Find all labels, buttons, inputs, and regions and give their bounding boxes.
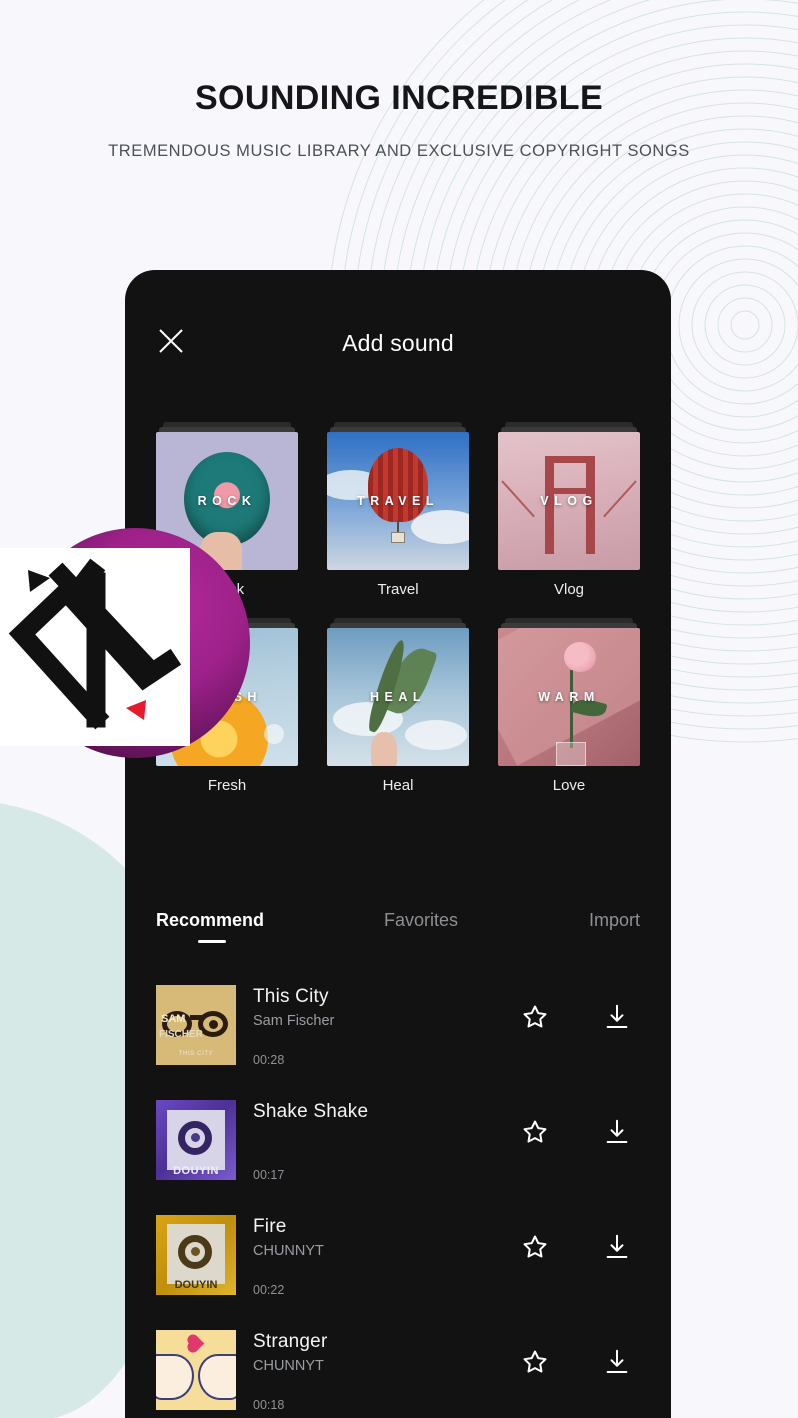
category-thumb: WARM — [498, 618, 640, 766]
category-thumb: TRAVEL — [327, 422, 469, 570]
album-art-this-city: SAM FISCHER THIS CITY — [156, 985, 236, 1065]
page-root: SOUNDING INCREDIBLE TREMENDOUS MUSIC LIB… — [0, 0, 798, 1418]
song-meta: Stranger CHUNNYT — [253, 1331, 503, 1374]
song-title: This City — [253, 986, 329, 1007]
tab-active-indicator — [198, 940, 226, 943]
download-icon[interactable] — [602, 1117, 632, 1147]
category-image: WARM — [498, 628, 640, 766]
page-title: SOUNDING INCREDIBLE — [194, 79, 604, 117]
category-image: VLOG — [498, 432, 640, 570]
song-artist: CHUNNYT — [253, 1243, 324, 1259]
category-image: HEAL — [327, 628, 469, 766]
category-label: Heal — [382, 777, 414, 794]
song-actions — [520, 1347, 632, 1377]
song-list: SAM FISCHER THIS CITY This City Sam Fisc… — [156, 976, 640, 1418]
star-outline-icon[interactable] — [520, 1232, 550, 1262]
album-art: DOUYIN — [156, 1215, 236, 1295]
song-meta: Shake Shake — [253, 1101, 503, 1128]
brand-logo-mark — [0, 548, 190, 746]
song-duration: 00:28 — [253, 1053, 285, 1067]
song-meta: This City Sam Fischer — [253, 986, 503, 1029]
category-card-love[interactable]: WARM Love — [498, 618, 640, 794]
song-meta: Fire CHUNNYT — [253, 1216, 503, 1259]
phone-header: Add sound — [125, 270, 671, 392]
star-outline-icon[interactable] — [520, 1002, 550, 1032]
song-duration: 00:17 — [253, 1168, 285, 1182]
song-title: Stranger — [253, 1331, 328, 1352]
song-actions — [520, 1002, 632, 1032]
song-row[interactable]: DOUYIN Fire CHUNNYT 00:22 — [156, 1206, 640, 1321]
category-label: Fresh — [207, 777, 247, 794]
song-actions — [520, 1117, 632, 1147]
album-art-caption: THIS CITY — [178, 1051, 214, 1057]
song-artist: Sam Fischer — [253, 1013, 335, 1029]
album-art-caption: DOUYIN — [174, 1279, 218, 1291]
category-card-travel[interactable]: TRAVEL Travel — [327, 422, 469, 598]
tab-label: Import — [588, 910, 640, 930]
category-image: TRAVEL — [327, 432, 469, 570]
album-art-text-line2: FISCHER — [159, 1029, 203, 1040]
category-overlay-text: WARM — [538, 690, 600, 704]
song-artist: CHUNNYT — [253, 1358, 324, 1374]
category-label: Vlog — [553, 581, 585, 598]
tab-import[interactable]: Import — [506, 910, 640, 943]
sound-tabs: Recommend Favorites Import — [156, 910, 640, 943]
album-art-stranger — [156, 1330, 236, 1410]
download-icon[interactable] — [602, 1002, 632, 1032]
category-thumb: VLOG — [498, 422, 640, 570]
phone-title: Add sound — [342, 330, 454, 356]
album-art: DOUYIN — [156, 1100, 236, 1180]
category-thumb: HEAL — [327, 618, 469, 766]
album-art-fire: DOUYIN — [156, 1215, 236, 1295]
song-row[interactable]: SAM FISCHER THIS CITY This City Sam Fisc… — [156, 976, 640, 1091]
tab-label: Recommend — [156, 910, 265, 930]
category-overlay-text: VLOG — [540, 494, 598, 508]
song-duration: 00:22 — [253, 1283, 285, 1297]
category-card-vlog[interactable]: VLOG Vlog — [498, 422, 640, 598]
song-title: Shake Shake — [253, 1101, 369, 1122]
song-actions — [520, 1232, 632, 1262]
page-subtitle: TREMENDOUS MUSIC LIBRARY AND EXCLUSIVE C… — [108, 142, 690, 160]
album-art-caption: DOUYIN — [173, 1165, 219, 1177]
song-row[interactable]: DOUYIN Shake Shake 00:17 — [156, 1091, 640, 1206]
song-title: Fire — [253, 1216, 287, 1237]
song-duration: 00:18 — [253, 1398, 285, 1412]
category-overlay-text: HEAL — [369, 690, 427, 704]
album-art: SAM FISCHER THIS CITY — [156, 985, 236, 1065]
star-outline-icon[interactable] — [520, 1117, 550, 1147]
category-overlay-text: TRAVEL — [356, 494, 440, 508]
category-card-heal[interactable]: HEAL Heal — [327, 618, 469, 794]
album-art-shake-shake: DOUYIN — [156, 1100, 236, 1180]
album-art — [156, 1330, 236, 1410]
album-art-text-line1: SAM — [161, 1013, 186, 1025]
song-row[interactable]: Stranger CHUNNYT 00:18 — [156, 1321, 640, 1418]
category-label: Travel — [377, 581, 419, 598]
category-label: Love — [552, 777, 586, 794]
download-icon[interactable] — [602, 1347, 632, 1377]
phone-mockup: Add sound ROCK Rock — [125, 270, 671, 1418]
star-outline-icon[interactable] — [520, 1347, 550, 1377]
tab-favorites[interactable]: Favorites — [336, 910, 506, 943]
tab-label: Favorites — [383, 910, 459, 930]
download-icon[interactable] — [602, 1232, 632, 1262]
tab-recommend[interactable]: Recommend — [156, 910, 336, 943]
